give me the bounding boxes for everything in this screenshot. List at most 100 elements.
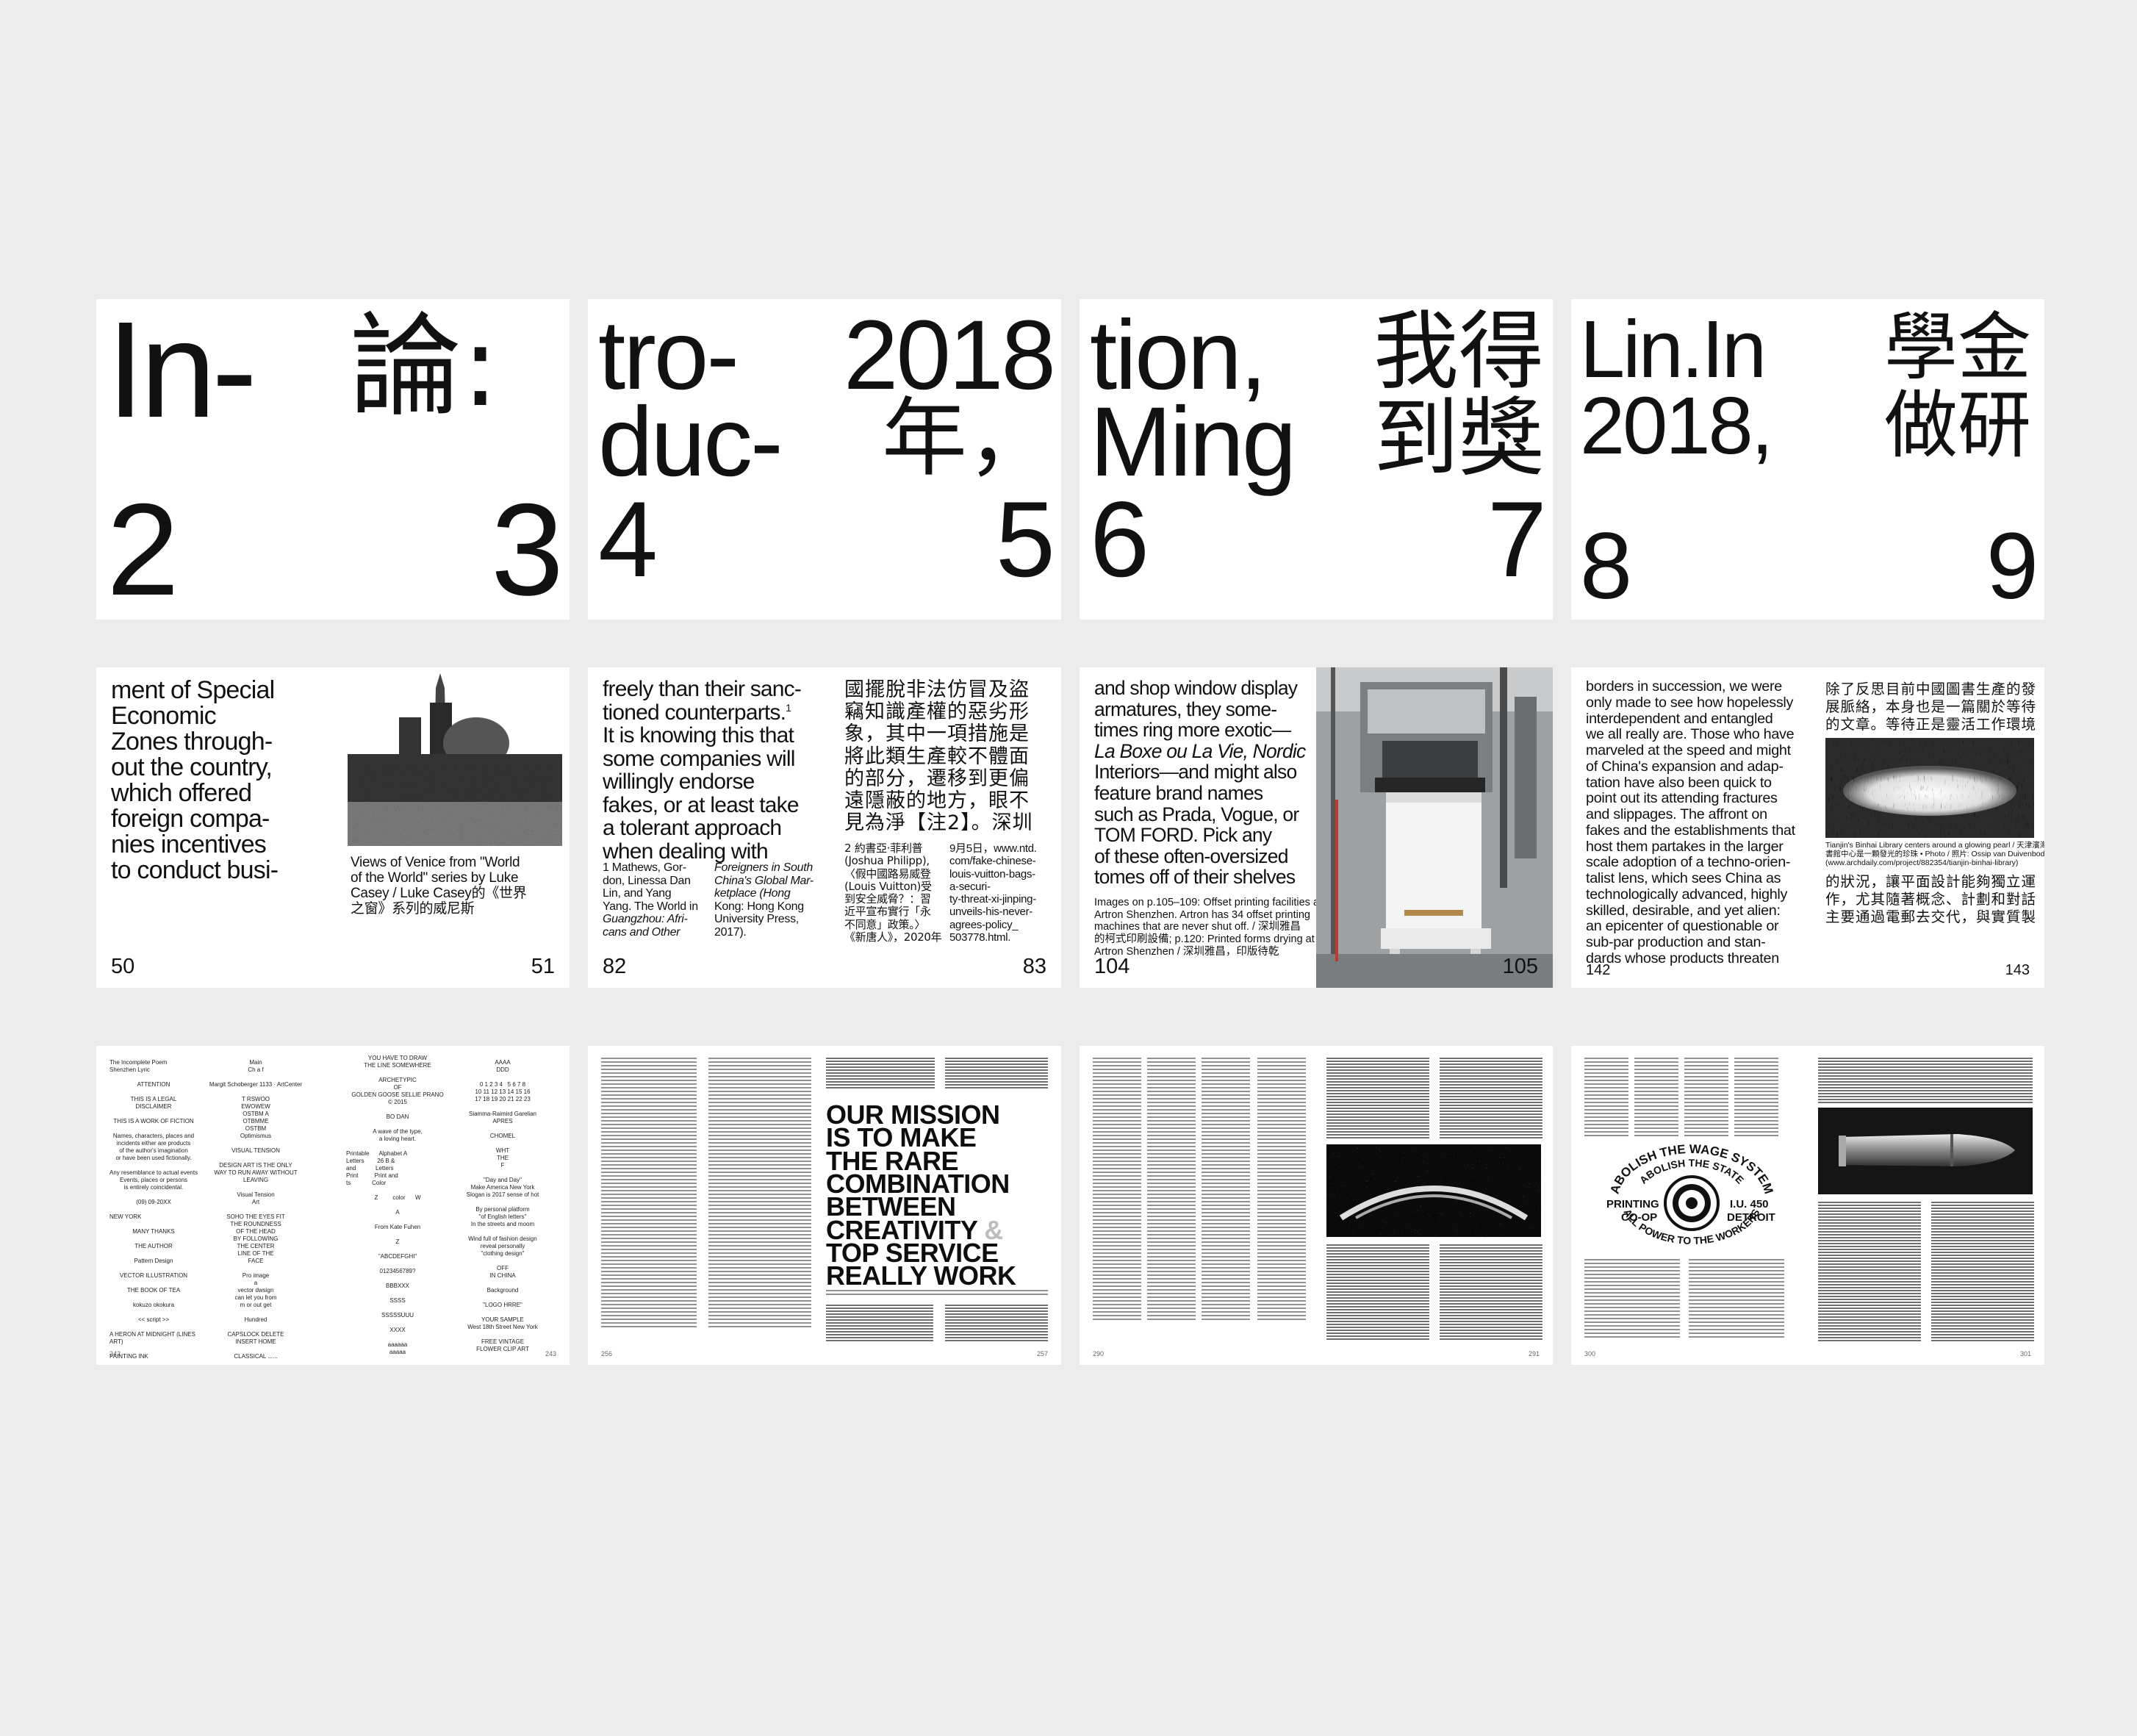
page-number: 104 (1094, 955, 1130, 978)
page-number-large: 5 (995, 479, 1055, 599)
body-text-block (1689, 1259, 1784, 1340)
body-text-cjk: 國擺脫非法仿冒及盜 竊知識產權的惡劣形 象，其中一項措施是 將此類生產較不體面 的部… (844, 678, 1033, 835)
body-text-block (1634, 1058, 1678, 1138)
body-text-block (708, 1058, 811, 1330)
body-text-block-cjk (1326, 1244, 1429, 1340)
body-text-block (1584, 1058, 1628, 1138)
body-text-block-cjk (1326, 1058, 1429, 1138)
body-text-cjk: 的狀況，讓平面設計能夠獨立運 作，尤其隨著概念、計劃和對話 主要通過電郵去交代，與… (1825, 873, 2037, 925)
footnote: Foreigners in South China's Global Mar- k… (714, 861, 814, 939)
page-number: 142 (1586, 962, 1611, 978)
body-text-cjk: 除了反思目前中國圖書生產的發 展脈絡，本身也是一篇關於等待 的文章。等待正是靈活工… (1825, 681, 2037, 733)
body-text-block (1257, 1058, 1306, 1322)
venice-painting-image (348, 673, 562, 854)
page-number: 105 (1502, 955, 1538, 978)
body-text-block (1684, 1058, 1728, 1138)
image-caption: Tianjin's Binhai Library centers around … (1825, 841, 2044, 868)
title-word: duc- (598, 387, 783, 497)
spread-142-143: borders in succession, we were only made … (1571, 667, 2044, 988)
mission-statement: OUR MISSION IS TO MAKE THE RARE COMBINATIO… (826, 1100, 1016, 1291)
footnote-cjk: 2 約書亞·菲利普 (Joshua Philipp), 〈假中國路易威登 (Loui… (844, 842, 942, 944)
footnote-cjk: 9月5日，www.ntd. com/fake-chinese- louis-vui… (949, 842, 1037, 944)
printing-machine-photo (1316, 667, 1553, 988)
spread-82-83: freely than their sanc- tioned counterpa… (588, 667, 1061, 988)
title-word: Ming (1090, 387, 1296, 497)
body-text: freely than their sanc- tioned counterpa… (603, 677, 802, 864)
poem-column: The Incomplete Poem Shenzhen Lyric ATTENT… (109, 1059, 198, 1360)
spread-104-105: and shop window display armatures, they s… (1080, 667, 1553, 988)
spread-title-1: In- 論: 2 3 (96, 299, 570, 620)
body-text-block-cjk (1818, 1202, 1921, 1341)
body-text: ment of Special Economic Zones through-ou… (111, 676, 279, 885)
title-word-cjk: 做研 (1884, 382, 2031, 468)
body-text: borders in succession, we were only made … (1586, 678, 1795, 967)
page-number: 242 (109, 1350, 121, 1357)
caption-block (826, 1290, 1048, 1297)
poem-column: Main Ch a f Margit Schoberger 1133 · ArtC… (209, 1059, 303, 1360)
body-text-block-cjk (945, 1058, 1048, 1090)
page-number-large: 7 (1487, 479, 1547, 599)
page-number: 82 (603, 955, 627, 978)
spread-50-51: ment of Special Economic Zones through-ou… (96, 667, 570, 988)
body-text-block-cjk (1931, 1202, 2034, 1341)
page-number: 143 (2005, 962, 2030, 978)
page-number: 257 (1036, 1350, 1048, 1357)
union-seal-emblem: ABOLISH THE WAGE SYSTEM ABOLISH THE STAT… (1586, 1141, 1797, 1252)
body-text-block (1147, 1058, 1196, 1322)
title-word: Lin.In (1580, 304, 1767, 395)
title-word-cjk: 論: (350, 301, 500, 431)
page-number: 291 (1528, 1350, 1540, 1357)
body-text-block-cjk (1440, 1244, 1542, 1340)
title-word-cjk: 我得 (1373, 302, 1544, 401)
page-number: 51 (531, 955, 555, 978)
page-number-large: 6 (1090, 479, 1149, 599)
page-number-large: 4 (598, 479, 658, 599)
image-caption: Images on p.105–109: Offset printing fac… (1094, 897, 1323, 958)
title-word-cjk: 學金 (1884, 304, 2031, 390)
bridge-photo (1326, 1144, 1541, 1237)
page-number: 300 (1584, 1350, 1596, 1357)
body-text-block (1202, 1058, 1250, 1322)
library-photo (1825, 738, 2034, 838)
spread-290-291: 290 291 (1080, 1046, 1553, 1365)
body-text-block-cjk (1440, 1058, 1542, 1138)
page-number-large: 8 (1580, 514, 1632, 619)
body-text-block-cjk (826, 1305, 933, 1343)
page-number: 290 (1093, 1350, 1105, 1357)
page-number: 301 (2019, 1350, 2031, 1357)
body-text-block-cjk (945, 1305, 1048, 1343)
spread-title-3: tion, Ming 6 我得 到獎 7 (1080, 299, 1553, 620)
footnote-marker: 1 (786, 701, 791, 714)
poem-column: YOU HAVE TO DRAW THE LINE SOMEWHERE ARCHE… (346, 1055, 444, 1355)
seal-right-text-1: I.U. 450 (1730, 1198, 1769, 1210)
title-word: 2018, (1580, 381, 1773, 471)
body-text-block (1734, 1058, 1778, 1138)
body-text: and shop window display armatures, they s… (1094, 677, 1306, 889)
spread-242-243: The Incomplete Poem Shenzhen Lyric ATTENT… (96, 1046, 570, 1365)
spread-256-257: OUR MISSION IS TO MAKE THE RARE COMBINATIO… (588, 1046, 1061, 1365)
body-text-block (601, 1058, 697, 1330)
page: { "row1": [ {"left_words":["In-","2"],"r… (0, 0, 2137, 1736)
spread-300-301: ABOLISH THE WAGE SYSTEM ABOLISH THE STAT… (1571, 1046, 2044, 1365)
body-text-block (1093, 1058, 1141, 1322)
seal-left-text-1: PRINTING (1606, 1198, 1659, 1210)
body-text-block-cjk (826, 1058, 935, 1090)
page-number: 243 (545, 1350, 556, 1357)
title-word-cjk: 年， (882, 389, 1052, 488)
page-number-large: 3 (491, 476, 564, 620)
bullet-photo (1818, 1108, 2033, 1194)
page-number-large: 2 (107, 476, 179, 620)
page-number-large: 9 (1986, 514, 2039, 619)
poem-column: AAAA DDD 0 1 2 3 4 5 6 7 8 10 11 12 13 14 … (466, 1059, 539, 1352)
body-text-block (1584, 1259, 1680, 1340)
page-number: 256 (601, 1350, 613, 1357)
footnote: 1 Mathews, Gor-don, Linessa Dan Lin, and… (603, 861, 698, 939)
title-word-cjk: 到獎 (1373, 389, 1544, 488)
page-number: 50 (111, 955, 135, 978)
title-word: In- (107, 299, 257, 446)
spread-title-4: Lin.In 2018, 8 學金 做研 9 (1571, 299, 2044, 620)
spread-title-2: tro- duc- 4 2018 年， 5 (588, 299, 1061, 620)
image-caption: Views of Venice from "World of the World"… (351, 855, 527, 917)
page-number: 83 (1022, 955, 1046, 978)
body-text-block-cjk (1818, 1058, 2033, 1103)
